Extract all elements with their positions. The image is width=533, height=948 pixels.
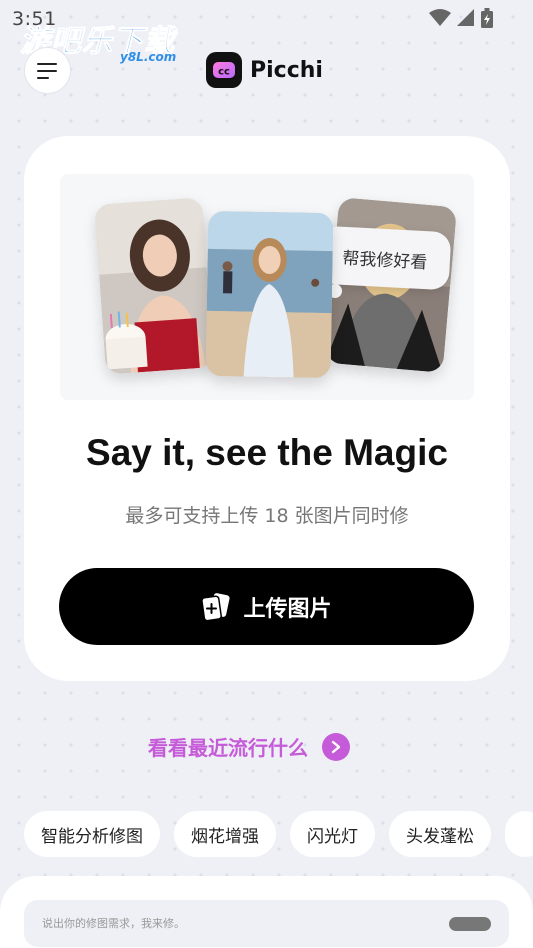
upload-card: 帮我修好看 Say it, see the Magic 最多可支持上传 18 张… xyxy=(24,136,510,681)
svg-text:cc: cc xyxy=(218,67,230,78)
battery-icon xyxy=(481,8,493,28)
app-logo: cc Picchi xyxy=(206,52,323,88)
wifi-icon xyxy=(429,9,451,26)
chip-more[interactable] xyxy=(505,811,533,857)
headline: Say it, see the Magic xyxy=(86,432,448,473)
app-name: Picchi xyxy=(250,57,323,83)
status-icons xyxy=(429,8,493,28)
style-chips: 智能分析修图 烟花增强 闪光灯 头发蓬松 xyxy=(24,811,533,858)
upload-images-button[interactable]: 上传图片 xyxy=(59,568,474,645)
upload-hint: 最多可支持上传 18 张图片同时修 xyxy=(125,505,409,527)
menu-button[interactable] xyxy=(24,47,71,94)
trending-link[interactable]: 看看最近流行什么 xyxy=(148,732,350,761)
logo-mark-icon: cc xyxy=(206,52,242,88)
watermark-sub: y8L.com xyxy=(120,50,177,64)
chip-smart-analysis[interactable]: 智能分析修图 xyxy=(24,811,160,857)
chip-fireworks[interactable]: 烟花增强 xyxy=(174,811,276,857)
chip-hair-volume[interactable]: 头发蓬松 xyxy=(389,811,491,857)
sample-photo-beach xyxy=(205,210,334,379)
prompt-input[interactable] xyxy=(42,917,449,930)
upload-button-label: 上传图片 xyxy=(243,596,332,622)
chip-flash[interactable]: 闪光灯 xyxy=(290,811,375,857)
signal-icon xyxy=(457,9,474,26)
send-button[interactable] xyxy=(449,916,491,931)
prompt-sheet xyxy=(0,876,533,948)
add-photo-icon xyxy=(201,592,231,621)
menu-icon xyxy=(36,62,57,79)
prompt-bubble: 帮我修好看 xyxy=(318,225,452,291)
photo-collage: 帮我修好看 xyxy=(60,174,474,400)
prompt-field[interactable] xyxy=(24,900,509,947)
chevron-right-icon xyxy=(322,732,350,761)
trending-label: 看看最近流行什么 xyxy=(148,736,308,760)
sample-photo-birthday xyxy=(94,197,214,375)
